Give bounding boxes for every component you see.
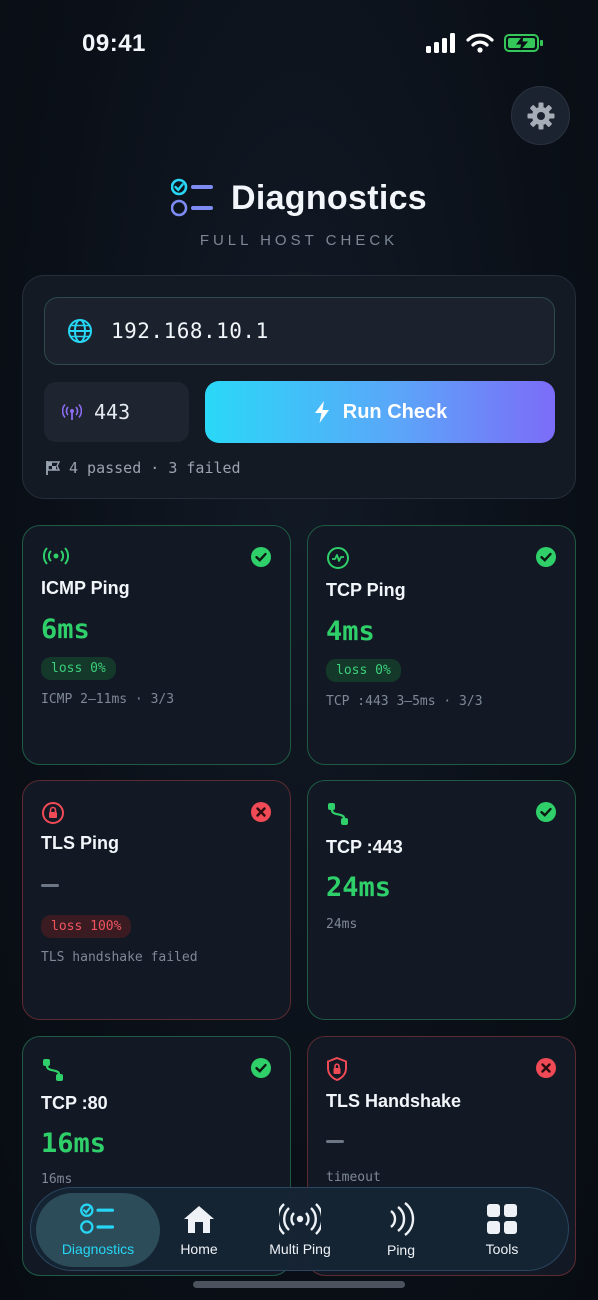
error-circle-icon — [251, 802, 271, 822]
result-detail: 16ms — [41, 1172, 73, 1187]
result-card-tcp-443[interactable]: TCP :443 24ms 24ms — [307, 780, 576, 1020]
result-value: 6ms — [41, 614, 90, 645]
bottom-tab-bar: Diagnostics Home Multi Ping Ping Tools — [30, 1187, 569, 1271]
flag-icon — [46, 461, 61, 475]
result-name: ICMP Ping — [41, 578, 130, 598]
result-card-tcp-ping[interactable]: TCP Ping 4ms loss 0% TCP :443 3–5ms · 3/… — [307, 525, 576, 765]
check-circle-icon — [251, 1058, 271, 1078]
result-detail: timeout — [326, 1170, 381, 1185]
port-value: 443 — [94, 400, 131, 424]
run-check-button[interactable]: Run Check — [205, 381, 555, 443]
result-name: TLS Handshake — [326, 1091, 462, 1111]
signal-icon — [43, 547, 69, 565]
result-name: TCP :80 — [41, 1093, 108, 1113]
result-value: 24ms — [326, 872, 392, 903]
tab-ping[interactable]: Ping — [369, 1188, 433, 1272]
globe-icon — [68, 319, 92, 343]
cellular-signal-icon — [426, 33, 455, 53]
route-icon — [43, 1059, 63, 1081]
tab-multi-ping[interactable]: Multi Ping — [253, 1188, 347, 1272]
tab-label: Home — [180, 1241, 218, 1257]
result-value: 4ms — [326, 616, 375, 647]
result-name: TCP :443 — [326, 837, 403, 857]
home-indicator[interactable] — [193, 1281, 405, 1288]
result-name: TLS Ping — [41, 833, 119, 853]
summary-text: 4 passed · 3 failed — [69, 459, 241, 477]
antenna-icon — [62, 403, 82, 420]
host-input[interactable]: 192.168.10.1 — [44, 297, 555, 365]
result-name: TCP Ping — [326, 580, 406, 600]
check-circle-icon — [536, 802, 556, 822]
run-check-label: Run Check — [342, 400, 448, 423]
loss-badge: loss 0% — [326, 659, 401, 682]
port-input[interactable]: 443 — [44, 382, 189, 442]
shield-lock-icon — [327, 1057, 347, 1081]
error-circle-icon — [536, 1058, 556, 1078]
home-icon — [184, 1206, 214, 1233]
loss-badge: loss 0% — [41, 657, 116, 680]
page-header: Diagnostics FULL HOST CHECK — [0, 178, 598, 249]
status-icons — [426, 33, 544, 53]
wave-icon — [390, 1202, 415, 1236]
check-circle-icon — [536, 547, 556, 567]
tab-label: Tools — [485, 1241, 519, 1257]
page-subtitle: FULL HOST CHECK — [199, 232, 399, 249]
result-card-icmp-ping[interactable]: ICMP Ping 6ms loss 0% ICMP 2–11ms · 3/3 — [22, 525, 291, 765]
bolt-icon — [314, 401, 329, 423]
result-empty-value — [326, 1140, 344, 1143]
checklist-icon — [170, 178, 213, 217]
check-circle-icon — [251, 547, 271, 567]
broadcast-icon — [279, 1203, 321, 1235]
page-title: Diagnostics — [230, 178, 427, 217]
host-value: 192.168.10.1 — [111, 319, 269, 343]
lock-icon — [42, 802, 64, 824]
route-icon — [328, 803, 348, 825]
check-summary: 4 passed · 3 failed — [45, 459, 241, 477]
status-time: 09:41 — [82, 30, 146, 57]
checklist-icon — [80, 1203, 114, 1234]
tab-home[interactable]: Home — [163, 1188, 235, 1272]
tab-label: Diagnostics — [61, 1241, 135, 1257]
result-value: 16ms — [41, 1128, 107, 1159]
pulse-icon — [327, 547, 349, 569]
loss-badge: loss 100% — [41, 915, 132, 938]
result-card-tls-ping[interactable]: TLS Ping loss 100% TLS handshake failed — [22, 780, 291, 1020]
battery-charging-icon — [504, 34, 543, 52]
result-detail: 24ms — [326, 917, 358, 932]
result-detail: TCP :443 3–5ms · 3/3 — [326, 694, 483, 709]
settings-button[interactable] — [511, 86, 570, 145]
gear-icon — [527, 102, 554, 129]
result-detail: TLS handshake failed — [41, 950, 198, 965]
tab-label: Ping — [386, 1242, 416, 1258]
wifi-icon — [466, 33, 494, 53]
grid-icon — [487, 1204, 517, 1234]
status-bar: 09:41 — [0, 0, 598, 90]
tab-tools[interactable]: Tools — [467, 1188, 537, 1272]
result-empty-value — [41, 884, 59, 887]
result-detail: ICMP 2–11ms · 3/3 — [41, 692, 175, 707]
tab-label: Multi Ping — [269, 1241, 331, 1257]
host-check-card: 192.168.10.1 443 Run Check 4 passed · 3 … — [22, 275, 576, 499]
tab-diagnostics[interactable]: Diagnostics — [36, 1193, 160, 1267]
